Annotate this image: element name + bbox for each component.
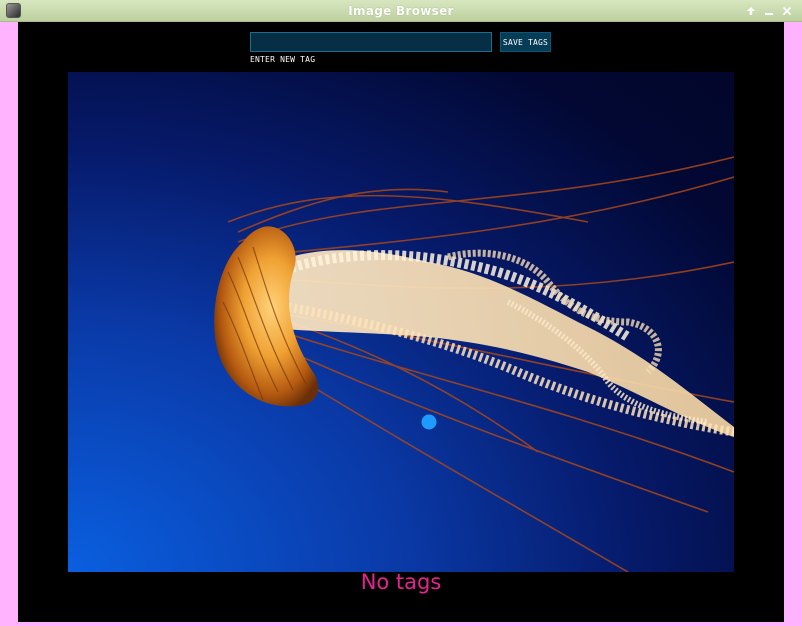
jellyfish-image[interactable] [68,72,734,572]
browser-content: SAVE TAGS ENTER NEW TAG No tags [18,22,784,622]
oral-arms [253,249,734,437]
close-icon[interactable] [780,3,794,19]
save-tags-button[interactable]: SAVE TAGS [500,32,551,52]
cursor-dot [421,414,437,430]
minimize-icon[interactable] [762,3,776,19]
new-tag-caption: ENTER NEW TAG [250,55,316,64]
window-title: Image Browser [348,4,454,18]
title-bar[interactable]: Image Browser [0,0,802,22]
tags-status: No tags [360,570,442,594]
new-tag-input[interactable] [250,32,492,52]
image-browser-window: Image Browser SAVE TAGS ENTER NEW TAG No… [0,0,802,626]
up-arrow-icon[interactable] [744,3,758,19]
jellyfish-drawing [214,156,734,572]
